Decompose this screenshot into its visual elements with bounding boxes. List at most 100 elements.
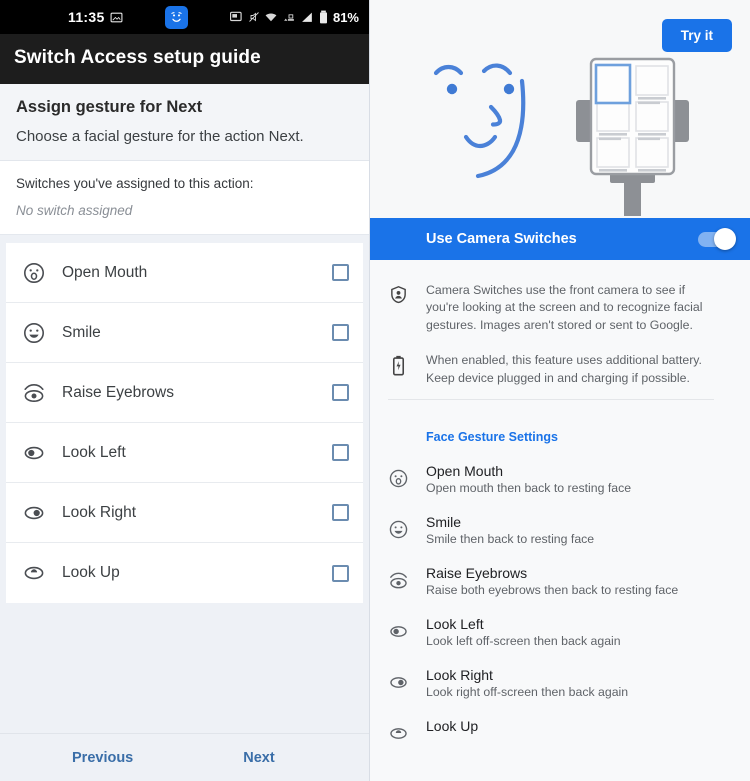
camera-switches-toggle[interactable] (698, 227, 736, 250)
open-mouth-icon (370, 463, 426, 495)
assigned-switches-card: Switches you've assigned to this action:… (0, 161, 369, 235)
assigned-switches-value: No switch assigned (16, 203, 133, 218)
toggle-knob (714, 227, 736, 250)
setting-row-look-right[interactable]: Look Right Look right off-screen then ba… (370, 658, 750, 709)
hero-illustration-area: Try it (370, 0, 750, 218)
gesture-label: Look Left (62, 443, 126, 461)
battery-charging-icon (370, 352, 426, 387)
status-bar: 11:35 81% (0, 0, 369, 34)
info-text-battery: When enabled, this feature uses addition… (426, 353, 702, 385)
gesture-checkbox[interactable] (332, 264, 349, 281)
smile-icon (370, 514, 426, 546)
setting-row-raise-eyebrows[interactable]: Raise Eyebrows Raise both eyebrows then … (370, 556, 750, 607)
mute-icon (249, 12, 259, 22)
setting-desc: Open mouth then back to resting face (426, 481, 632, 496)
left-footer-nav: Previous Next (0, 733, 369, 781)
try-it-button[interactable]: Try it (661, 19, 732, 52)
setting-body: Look Right Look right off-screen then ba… (426, 667, 750, 699)
setting-desc: Look left off-screen then back again (426, 634, 621, 649)
image-icon (110, 12, 123, 22)
look-up-icon (370, 718, 426, 744)
next-button[interactable]: Next (243, 750, 274, 766)
face-illustration-icon (433, 63, 526, 179)
setting-desc: Raise both eyebrows then back to resting… (426, 583, 679, 598)
face-gesture-settings-list: Open Mouth Open mouth then back to resti… (370, 454, 750, 754)
cast-icon (284, 13, 294, 21)
gesture-checkbox[interactable] (332, 324, 349, 341)
setting-title: Smile (426, 514, 462, 531)
setting-body: Raise Eyebrows Raise both eyebrows then … (426, 565, 750, 597)
raise-eyebrows-icon (22, 381, 58, 405)
setting-title: Raise Eyebrows (426, 565, 528, 582)
gesture-row-smile[interactable]: Smile (6, 303, 363, 363)
setting-title: Look Right (426, 667, 493, 684)
left-content-scroll[interactable]: Assign gesture for Next Choose a facial … (0, 84, 369, 733)
previous-button[interactable]: Previous (72, 750, 133, 766)
page-title: Switch Access setup guide (14, 47, 261, 68)
info-row-battery: When enabled, this feature uses addition… (370, 344, 732, 397)
gesture-checkbox[interactable] (332, 504, 349, 521)
setting-row-smile[interactable]: Smile Smile then back to resting face (370, 505, 750, 556)
gesture-row-open-mouth[interactable]: Open Mouth (6, 243, 363, 303)
look-up-icon (22, 561, 58, 585)
gesture-checkbox[interactable] (332, 384, 349, 401)
screenshot-root: 11:35 81% Switch Access setup guide Assi… (0, 0, 750, 781)
setting-title: Look Up (426, 718, 479, 735)
gesture-label: Look Right (62, 503, 137, 521)
status-bar-center (123, 5, 230, 29)
privacy-shield-icon (370, 282, 426, 334)
gesture-label: Open Mouth (62, 263, 148, 281)
look-left-icon (370, 616, 426, 648)
screenshot-icon (229, 11, 242, 22)
look-right-icon (370, 667, 426, 699)
status-time: 11:35 (68, 9, 105, 25)
right-settings-panel: Try it Use Camera Switches Camera Switch… (370, 0, 750, 781)
left-phone-panel: 11:35 81% Switch Access setup guide Assi… (0, 0, 370, 781)
wifi-icon (265, 13, 277, 21)
gesture-label: Raise Eyebrows (62, 383, 174, 401)
setting-title: Open Mouth (426, 463, 504, 480)
setting-body: Smile Smile then back to resting face (426, 514, 750, 546)
status-bar-left: 11:35 (68, 9, 123, 25)
setting-row-look-up[interactable]: Look Up (370, 709, 750, 754)
setting-desc: Smile then back to resting face (426, 532, 595, 547)
use-camera-switches-row[interactable]: Use Camera Switches (370, 218, 750, 260)
gesture-row-raise-eyebrows[interactable]: Raise Eyebrows (6, 363, 363, 423)
info-row-privacy: Camera Switches use the front camera to … (370, 274, 732, 344)
gesture-checkbox[interactable] (332, 564, 349, 582)
setting-title: Look Left (426, 616, 484, 633)
setting-body: Look Left Look left off-screen then back… (426, 616, 750, 648)
setting-row-look-left[interactable]: Look Left Look left off-screen then back… (370, 607, 750, 658)
assign-gesture-section: Assign gesture for Next Choose a facial … (0, 84, 369, 161)
section-subtitle: Choose a facial gesture for the action N… (16, 128, 304, 145)
face-switch-icon (164, 5, 188, 29)
gesture-label: Smile (62, 323, 101, 341)
gesture-row-look-up[interactable]: Look Up (6, 543, 363, 603)
assigned-switches-label: Switches you've assigned to this action: (16, 176, 254, 191)
raise-eyebrows-icon (370, 565, 426, 597)
gesture-list: Open Mouth Smile Raise Eyebrows Look Lef… (6, 243, 363, 603)
signal-icon (302, 12, 312, 22)
smile-icon (22, 321, 58, 345)
section-title: Assign gesture for Next (16, 98, 203, 116)
phone-on-stand-icon (576, 57, 689, 216)
setting-body: Look Up (426, 718, 750, 744)
look-left-icon (22, 441, 58, 465)
open-mouth-icon (22, 261, 58, 285)
setting-desc: Look right off-screen then back again (426, 685, 629, 700)
setting-body: Open Mouth Open mouth then back to resti… (426, 463, 750, 495)
info-block: Camera Switches use the front camera to … (370, 260, 750, 415)
gesture-label: Look Up (62, 564, 120, 581)
look-right-icon (22, 501, 58, 525)
app-bar: Switch Access setup guide (0, 34, 369, 84)
face-gesture-settings-title: Face Gesture Settings (426, 430, 558, 445)
battery-icon (319, 10, 327, 24)
gesture-checkbox[interactable] (332, 444, 349, 461)
gesture-row-look-right[interactable]: Look Right (6, 483, 363, 543)
status-bar-right: 81% (229, 10, 359, 25)
setting-row-open-mouth[interactable]: Open Mouth Open mouth then back to resti… (370, 454, 750, 505)
use-camera-switches-label: Use Camera Switches (426, 231, 577, 247)
info-divider (388, 399, 714, 401)
info-text-privacy: Camera Switches use the front camera to … (426, 283, 703, 332)
gesture-row-look-left[interactable]: Look Left (6, 423, 363, 483)
